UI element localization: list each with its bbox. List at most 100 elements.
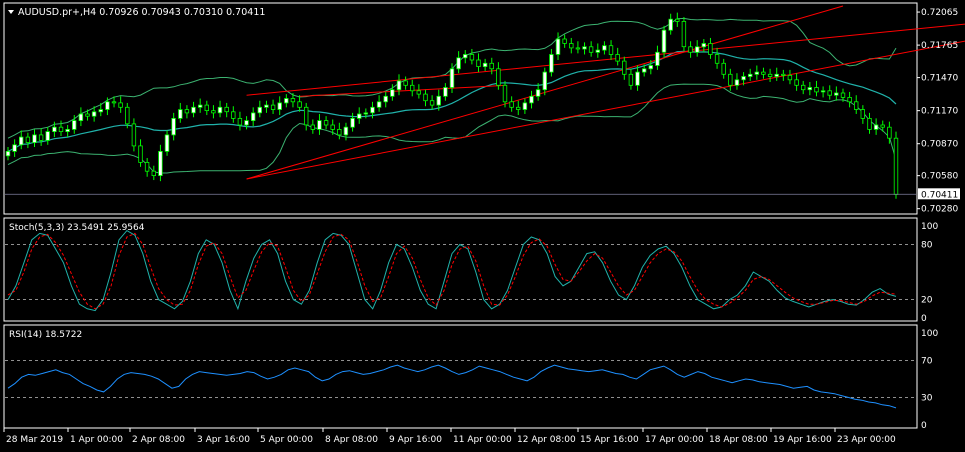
candle-bull (72, 120, 77, 130)
stoch-axis-tick-label: 80 (921, 240, 933, 250)
candle-bear (423, 93, 428, 102)
candle-bull (370, 106, 375, 114)
candle-bull (695, 46, 700, 53)
time-axis-tick-label: 3 Apr 16:00 (197, 435, 250, 445)
candle-bull (52, 126, 57, 132)
candle-bull (462, 54, 468, 59)
candle-bear (840, 92, 846, 98)
rsi-axis-tick-label: 70 (921, 357, 933, 367)
candle-bear (469, 54, 475, 61)
candle-bear (58, 126, 64, 132)
candle-bear (111, 101, 117, 104)
candle-bear (509, 101, 514, 108)
candle-bull (45, 131, 50, 141)
candle-bull (655, 51, 660, 66)
candle-bull (834, 92, 839, 96)
candle-bull (734, 79, 740, 86)
candle-bull (595, 49, 600, 53)
candle-bear (85, 113, 90, 117)
candle-bear (337, 128, 342, 136)
time-axis-tick-label: 8 Apr 08:00 (325, 435, 378, 445)
candle-bull (542, 71, 547, 91)
candle-bull (535, 89, 541, 97)
candle-bear (330, 124, 335, 130)
stoch-title: Stoch(5,3,3) 23.5491 25.9564 (9, 223, 145, 233)
time-axis-tick-label: 23 Apr 00:00 (837, 435, 896, 445)
candle-bull (277, 102, 282, 110)
candle-bear (224, 106, 229, 113)
candle-bear (767, 73, 773, 77)
candle-bear (675, 18, 680, 22)
candle-bear (138, 145, 143, 163)
candle-bear (801, 84, 806, 91)
candle-bear (867, 118, 872, 130)
candle-bear (681, 20, 687, 48)
candle-bull (482, 62, 488, 67)
time-axis-tick-label: 15 Apr 16:00 (580, 435, 639, 445)
candle-bull (522, 102, 528, 110)
candle-bull (555, 38, 561, 55)
candle-bull (549, 54, 554, 73)
candle-bull (217, 106, 223, 114)
candle-bear (25, 136, 31, 144)
candle-bear (787, 75, 793, 81)
candle-bear (588, 46, 594, 53)
rsi-axis-tick-label: 0 (921, 421, 927, 431)
candle-bear (38, 134, 44, 141)
candle-bull (436, 95, 441, 106)
candle-bull (257, 106, 262, 114)
candle-bull (178, 109, 183, 119)
candle-bull (529, 95, 534, 104)
symbol-header: AUDUSD.pr+,H4 0.70926 0.70943 0.70310 0.… (18, 7, 265, 18)
candle-bull (18, 136, 24, 146)
rsi-axis-tick-label: 100 (921, 329, 938, 339)
candle-bear (231, 111, 236, 119)
candle-bear (880, 124, 885, 128)
candle-bull (668, 18, 673, 31)
candle-bull (91, 111, 97, 117)
candle-bull (105, 101, 110, 110)
rsi-axis-tick-label: 30 (921, 393, 933, 403)
candle-bull (98, 109, 103, 113)
candle-bull (171, 118, 176, 136)
time-axis-tick-label: 2 Apr 08:00 (132, 435, 185, 445)
candle-bear (688, 46, 693, 53)
candle-bull (456, 57, 461, 70)
candle-bear (290, 98, 296, 103)
price-axis-tick-label: 0.72065 (921, 8, 958, 18)
time-axis-tick-label: 9 Apr 16:00 (389, 435, 442, 445)
candle-bear (860, 109, 865, 119)
candle-bull (642, 68, 647, 73)
candle-bull (250, 112, 256, 122)
candle-bull (376, 101, 382, 108)
candle-bear (569, 43, 574, 49)
candle-bear (323, 120, 329, 126)
candle-bear (416, 90, 421, 95)
chart-canvas[interactable]: 0.72065 0.71765 0.71470 0.71170 0.70870 0.705… (0, 0, 965, 452)
candle-bear (204, 104, 209, 111)
candle-bear (403, 80, 408, 86)
time-axis-tick-label: 12 Apr 08:00 (517, 435, 576, 445)
candle-bear (622, 60, 627, 75)
candle-bull (32, 134, 37, 143)
candle-bear (489, 62, 494, 70)
candle-bear (628, 73, 634, 86)
candle-bear (118, 102, 123, 108)
price-axis-tick-label: 0.71470 (921, 74, 958, 84)
candle-bull (648, 65, 653, 70)
candle-bear (496, 68, 501, 86)
candle-bear (781, 73, 786, 76)
price-axis-tick-label: 0.71170 (921, 107, 958, 117)
candle-bear (151, 170, 156, 176)
candle-bull (356, 113, 362, 119)
candle-bull (264, 104, 269, 108)
candle-bear (854, 101, 859, 110)
candle-bull (363, 112, 368, 115)
candle-bull (582, 46, 587, 50)
candle-bear (502, 84, 508, 103)
candle-bear (714, 54, 720, 64)
candle-bear (131, 123, 137, 147)
candle-bull (78, 113, 84, 121)
candle-bull (443, 87, 448, 97)
candle-bull (158, 150, 163, 176)
